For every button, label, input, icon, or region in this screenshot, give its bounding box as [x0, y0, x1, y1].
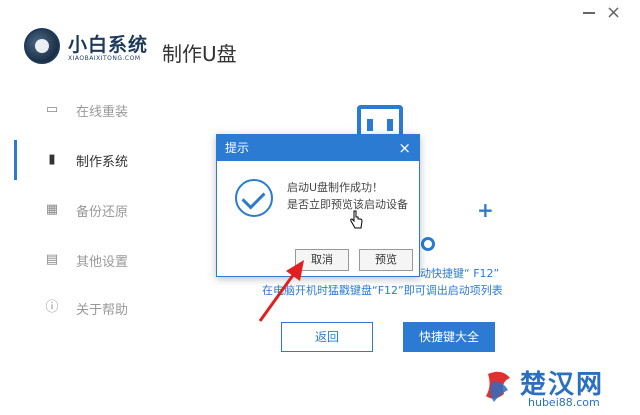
shortcut-tip: 动快捷键“ F12”	[420, 267, 500, 280]
sidebar-item-online-reinstall[interactable]: ▭ 在线重装	[0, 86, 160, 134]
dialog-close-icon[interactable]: ×	[398, 135, 411, 161]
info-icon: ⓘ	[45, 300, 59, 315]
check-circle-icon	[235, 179, 273, 217]
hand-cursor-icon	[350, 210, 363, 229]
watermark-url: hubei88.com	[528, 396, 600, 409]
watermark-logo-icon	[486, 371, 510, 402]
close-window-button[interactable]: ×	[606, 4, 621, 22]
sidebar-item-label: 其他设置	[76, 254, 129, 270]
brand-name: 小白系统	[68, 34, 149, 56]
minimize-button[interactable]	[583, 12, 595, 14]
toolbox-icon: ▤	[45, 252, 59, 267]
page-title: 制作U盘	[162, 42, 237, 66]
usb-icon: ▮	[48, 152, 56, 167]
sidebar-item-about-help[interactable]: ⓘ 关于帮助	[0, 284, 160, 332]
monitor-icon: ▭	[45, 102, 59, 117]
sidebar-item-label: 制作系统	[76, 154, 129, 170]
dialog-message: 启动U盘制作成功！	[287, 181, 384, 194]
sidebar-item-label: 在线重装	[76, 104, 129, 120]
sidebar-item-make-system[interactable]: ▮ 制作系统	[0, 136, 160, 184]
plus-icon: +	[477, 198, 494, 222]
ring-icon	[421, 237, 435, 251]
shortcut-list-button[interactable]: 快捷键大全	[403, 322, 495, 352]
app-logo	[24, 28, 60, 64]
dialog-header: 提示 ×	[217, 135, 419, 161]
preview-button[interactable]: 预览	[359, 249, 413, 271]
sidebar-item-backup-restore[interactable]: ▦ 备份还原	[0, 186, 160, 234]
app-window: 小白系统 XIAOBAIXITONG.COM 制作U盘 × ▭ 在线重装 ▮ 制…	[0, 0, 640, 415]
success-dialog: 提示 × 启动U盘制作成功！ 是否立即预览该启动设备 取消 预览	[216, 134, 420, 277]
dialog-question: 是否立即预览该启动设备	[287, 198, 408, 211]
sidebar: ▭ 在线重装 ▮ 制作系统 ▦ 备份还原 ▤ 其他设置 ⓘ 关于帮助	[0, 86, 160, 326]
red-arrow-icon	[258, 260, 304, 322]
sidebar-item-label: 备份还原	[76, 204, 129, 220]
back-button[interactable]: 返回	[281, 322, 373, 352]
sidebar-item-label: 关于帮助	[76, 302, 129, 318]
dialog-title: 提示	[225, 141, 250, 155]
brand-url: XIAOBAIXITONG.COM	[68, 55, 141, 62]
sidebar-item-other-settings[interactable]: ▤ 其他设置	[0, 236, 160, 284]
backup-icon: ▦	[45, 202, 59, 217]
